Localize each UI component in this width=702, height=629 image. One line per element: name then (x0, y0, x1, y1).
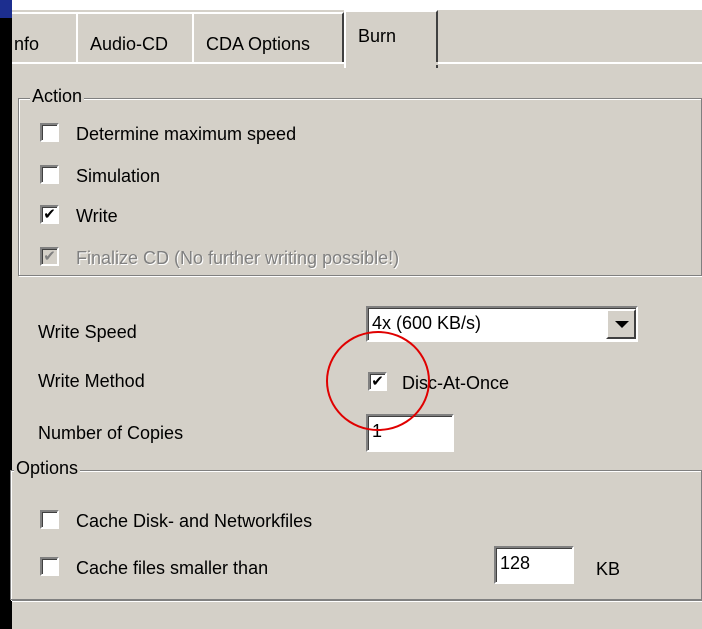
tab-info[interactable]: nfo (12, 12, 78, 64)
dialog-top-edge (12, 0, 702, 10)
cache-small-checkbox[interactable] (40, 557, 59, 576)
check-icon: ✔ (371, 373, 384, 390)
write-method-label: Write Method (38, 371, 145, 391)
cache-disk-label: Cache Disk- and Networkfiles (76, 511, 313, 531)
determine-speed-checkbox[interactable] (40, 123, 59, 142)
cache-size-value: 128 (500, 553, 531, 573)
tab-cda-options-label: CDA Options (206, 34, 311, 54)
finalize-cd-label: Finalize CD (No further writing possible… (76, 248, 400, 268)
title-bar-fragment (0, 0, 12, 18)
write-speed-value: 4x (600 KB/s) (372, 313, 482, 333)
options-group-frame (10, 470, 702, 600)
tab-info-label: nfo (14, 34, 40, 54)
number-of-copies-label: Number of Copies (38, 423, 184, 443)
action-group-title: Action (30, 86, 85, 107)
write-speed-select[interactable]: 4x (600 KB/s) (366, 306, 638, 342)
write-label: Write (76, 206, 118, 226)
tab-audio-cd[interactable]: Audio-CD (76, 12, 194, 64)
tab-burn[interactable]: Burn (344, 10, 438, 68)
cache-size-unit: KB (596, 559, 621, 579)
number-of-copies-input[interactable]: 1 (366, 414, 454, 452)
tab-burn-label: Burn (358, 26, 397, 46)
write-checkbox[interactable]: ✔ (40, 205, 59, 224)
chevron-down-icon[interactable] (606, 309, 636, 339)
disc-at-once-label: Disc-At-Once (402, 373, 510, 393)
finalize-cd-checkbox: ✔ (40, 247, 59, 266)
options-group-title: Options (14, 458, 81, 479)
check-icon: ✔ (43, 248, 56, 265)
simulation-checkbox[interactable] (40, 165, 59, 184)
tab-cda-options[interactable]: CDA Options (192, 12, 344, 64)
check-icon: ✔ (43, 206, 56, 223)
determine-speed-label: Determine maximum speed (76, 124, 297, 144)
write-speed-label: Write Speed (38, 322, 137, 342)
number-of-copies-value: 1 (372, 421, 383, 441)
disc-at-once-checkbox[interactable]: ✔ (368, 372, 387, 391)
tab-audio-cd-label: Audio-CD (90, 34, 169, 54)
cache-size-input[interactable]: 128 (494, 546, 574, 584)
cache-small-label: Cache files smaller than (76, 558, 269, 578)
simulation-label: Simulation (76, 166, 161, 186)
cache-disk-checkbox[interactable] (40, 510, 59, 529)
dialog-bottom-edge (12, 600, 702, 602)
